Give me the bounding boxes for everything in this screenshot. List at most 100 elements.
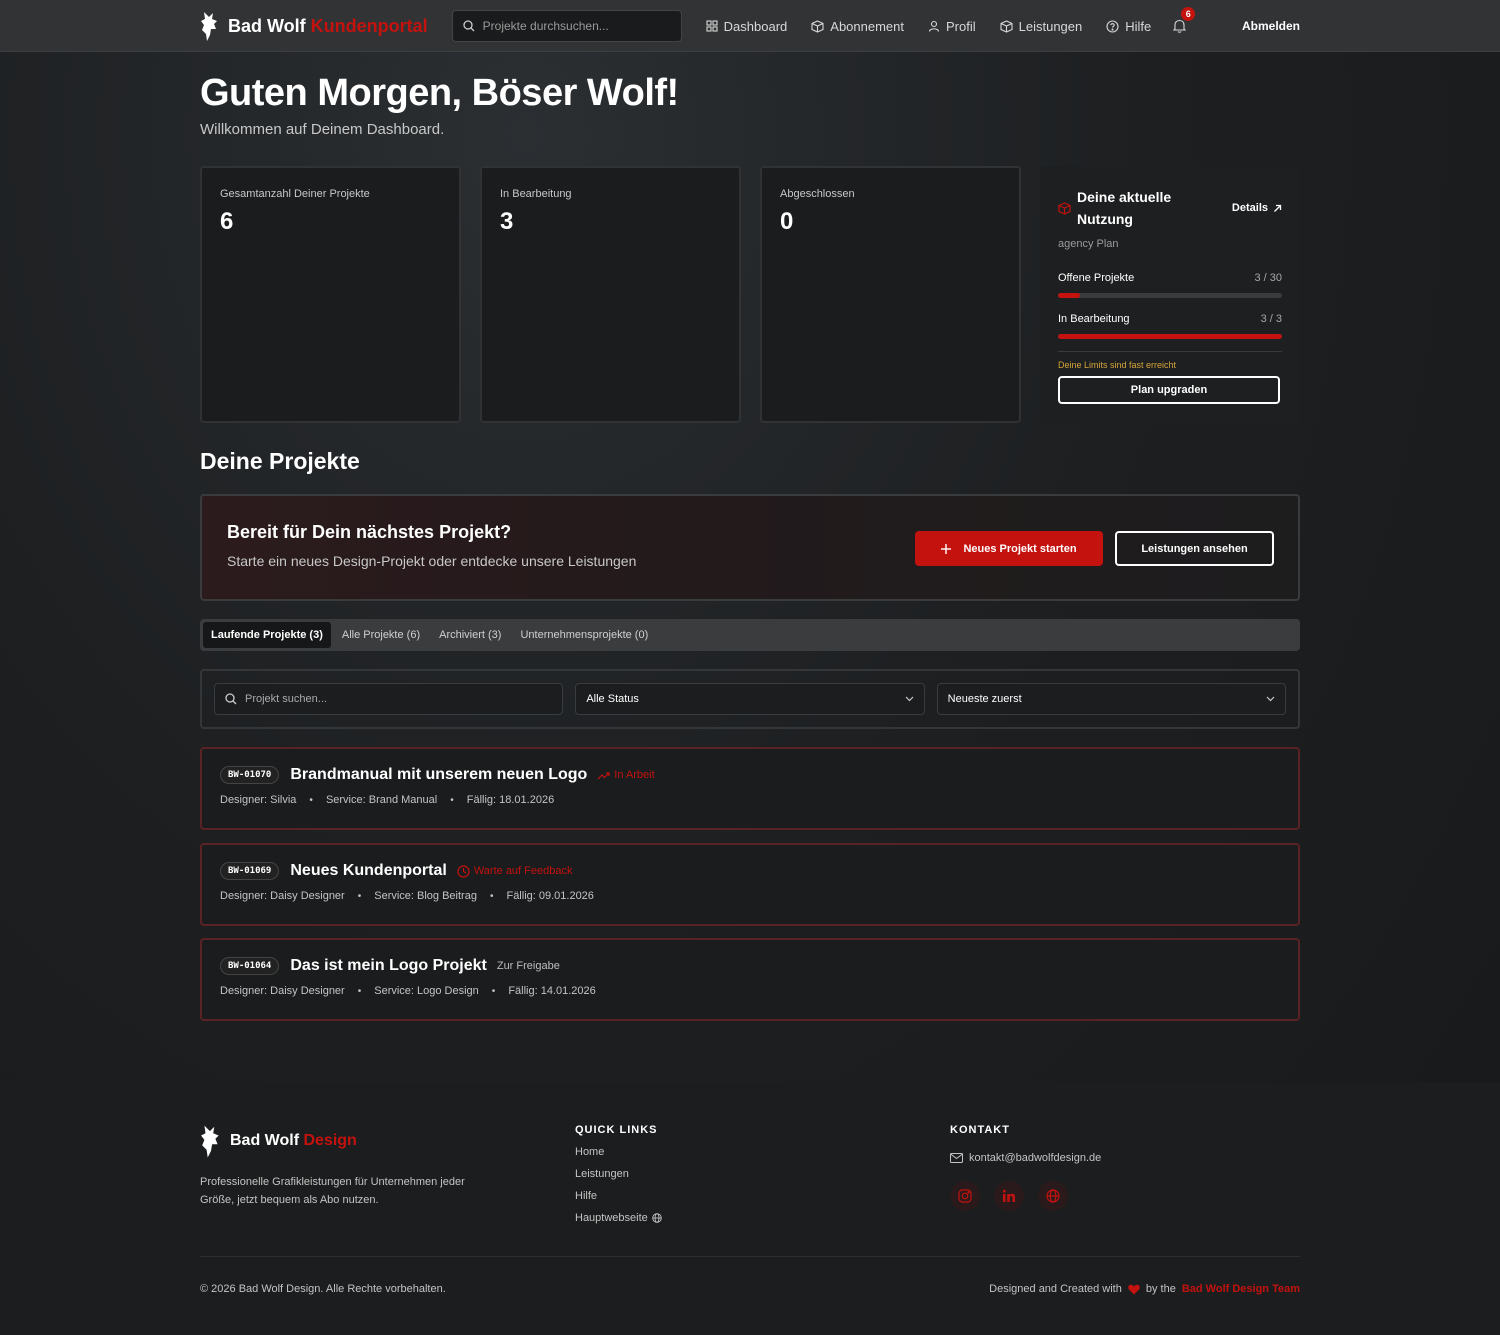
brand-name: Bad Wolf Kundenportal <box>228 15 428 36</box>
tab-archived[interactable]: Archiviert (3) <box>431 622 509 648</box>
filter-bar: Alle Status Neueste zuerst <box>200 669 1300 729</box>
nav-dashboard[interactable]: Dashboard <box>706 18 788 34</box>
footer-description: Professionelle Grafikleistungen für Unte… <box>200 1176 465 1206</box>
contact-heading: KONTAKT <box>950 1124 1010 1136</box>
search-icon <box>225 693 237 705</box>
project-search[interactable] <box>214 683 564 715</box>
contact-email-label: kontakt@badwolfdesign.de <box>969 1152 1102 1164</box>
status-select[interactable]: Alle Status <box>575 683 925 715</box>
usage-row-in-progress: In Bearbeitung 3 / 3 <box>1058 313 1282 325</box>
page-title: Guten Morgen, Böser Wolf! <box>200 72 679 114</box>
nav-leistungen[interactable]: Leistungen <box>1000 18 1083 34</box>
meta-separator: • <box>450 794 454 806</box>
stat-card-completed: Abgeschlossen 0 <box>760 166 1021 423</box>
project-designer: Designer: Silvia <box>220 794 297 806</box>
project-meta: Designer: Daisy Designer • Service: Logo… <box>220 985 1280 997</box>
arrow-up-right-icon <box>1273 204 1282 213</box>
status-select-value: Alle Status <box>586 693 639 705</box>
projects-heading: Deine Projekte <box>200 448 360 474</box>
credits-team-link[interactable]: Bad Wolf Design Team <box>1182 1283 1300 1295</box>
project-status-label: In Arbeit <box>614 769 655 781</box>
wolf-logo-icon <box>200 1123 222 1159</box>
tab-all[interactable]: Alle Projekte (6) <box>334 622 428 648</box>
project-due: Fällig: 14.01.2026 <box>508 985 596 997</box>
project-due: Fällig: 09.01.2026 <box>506 890 594 902</box>
upgrade-plan-button[interactable]: Plan upgraden <box>1058 376 1280 404</box>
stat-value: 3 <box>500 208 514 235</box>
project-meta: Designer: Daisy Designer • Service: Blog… <box>220 890 1280 902</box>
sort-select-value: Neueste zuerst <box>947 693 1022 705</box>
nav-leistungen-label: Leistungen <box>1018 18 1083 34</box>
nav-hilfe[interactable]: Hilfe <box>1106 19 1151 34</box>
search-icon <box>463 20 475 32</box>
project-card[interactable]: BW-01069 Neues Kundenportal Warte auf Fe… <box>200 843 1300 926</box>
nav-profil-label: Profil <box>946 18 976 34</box>
instagram-button[interactable] <box>950 1181 980 1211</box>
view-services-button[interactable]: Leistungen ansehen <box>1115 531 1274 566</box>
footer-link-leistungen[interactable]: Leistungen <box>575 1168 662 1180</box>
linkedin-icon <box>1002 1189 1016 1203</box>
project-title: Das ist mein Logo Projekt <box>290 957 487 974</box>
global-search-input[interactable] <box>482 19 663 33</box>
wolf-logo-icon <box>200 10 220 42</box>
global-search[interactable] <box>451 10 682 42</box>
mail-icon <box>950 1153 963 1163</box>
quick-links: QUICK LINKS Home Leistungen Hilfe Hauptw… <box>575 1124 662 1224</box>
project-card[interactable]: BW-01070 Brandmanual mit unserem neuen L… <box>200 747 1300 830</box>
chevron-down-icon <box>1266 696 1275 702</box>
usage-row-open: Offene Projekte 3 / 30 <box>1058 272 1282 284</box>
stat-label: Abgeschlossen <box>780 188 855 200</box>
usage-details-link[interactable]: Details <box>1232 202 1282 214</box>
project-status-label: Zur Freigabe <box>496 960 560 972</box>
stat-label: Gesamtanzahl Deiner Projekte <box>220 188 370 200</box>
sort-select[interactable]: Neueste zuerst <box>936 683 1286 715</box>
nav-dashboard-label: Dashboard <box>723 18 788 34</box>
usage-title: Deine aktuelle Nutzung <box>1077 189 1172 227</box>
usage-row-label: Offene Projekte <box>1058 272 1135 284</box>
copyright: © 2026 Bad Wolf Design. Alle Rechte vorb… <box>200 1283 446 1295</box>
box-icon <box>1000 19 1013 33</box>
linkedin-button[interactable] <box>994 1181 1024 1211</box>
nav-profil[interactable]: Profil <box>928 19 976 34</box>
tab-company[interactable]: Unternehmensprojekte (0) <box>512 622 656 648</box>
project-search-input[interactable] <box>245 693 545 705</box>
project-tabs: Laufende Projekte (3) Alle Projekte (6) … <box>200 619 1300 651</box>
instagram-icon <box>958 1189 972 1203</box>
footer-link-hauptwebseite[interactable]: Hauptwebseite <box>575 1212 662 1224</box>
nav-abonnement[interactable]: Abonnement <box>811 19 904 34</box>
meta-separator: • <box>489 890 494 902</box>
footer-brand[interactable]: Bad Wolf Design <box>200 1123 357 1159</box>
usage-row-count: 3 / 3 <box>1260 313 1282 325</box>
usage-row-count: 3 / 30 <box>1254 272 1282 284</box>
footer-link-home[interactable]: Home <box>575 1146 662 1158</box>
logout-button[interactable]: Abmelden <box>1242 19 1300 33</box>
footer-brand-name: Bad Wolf Design <box>230 1132 357 1149</box>
box-icon <box>811 19 824 33</box>
globe-icon <box>652 1213 662 1223</box>
stat-value: 6 <box>220 208 234 235</box>
new-project-button[interactable]: Neues Projekt starten <box>915 531 1103 566</box>
stat-card-in-progress: In Bearbeitung 3 <box>480 166 741 423</box>
page-subtitle: Willkommen auf Deinem Dashboard. <box>200 121 445 138</box>
grid-icon <box>706 20 718 32</box>
usage-card: Deine aktuelle Nutzung Details agency Pl… <box>1040 166 1300 423</box>
project-designer: Designer: Daisy Designer <box>220 890 345 902</box>
notifications-button[interactable]: 6 <box>1173 7 1196 33</box>
progress-bar-in-progress <box>1058 334 1282 339</box>
meta-separator: • <box>357 985 362 997</box>
project-service: Service: Brand Manual <box>325 794 438 806</box>
footer-link-hilfe[interactable]: Hilfe <box>575 1190 662 1202</box>
trending-up-icon <box>597 771 610 780</box>
project-card[interactable]: BW-01064 Das ist mein Logo Projekt Zur F… <box>200 938 1300 1021</box>
heart-icon <box>1128 1284 1140 1295</box>
project-service: Service: Logo Design <box>374 985 479 997</box>
brand-logo[interactable]: Bad Wolf Kundenportal <box>200 10 428 42</box>
usage-divider <box>1058 351 1282 352</box>
website-button[interactable] <box>1038 1181 1068 1211</box>
tab-running[interactable]: Laufende Projekte (3) <box>203 622 331 648</box>
project-service: Service: Blog Beitrag <box>374 890 477 902</box>
quick-links-heading: QUICK LINKS <box>575 1124 658 1136</box>
contact-email[interactable]: kontakt@badwolfdesign.de <box>950 1152 1101 1164</box>
meta-separator: • <box>309 794 313 806</box>
top-navbar: Bad WolfKundenportal Dashboard Abonnemen… <box>0 0 1500 52</box>
